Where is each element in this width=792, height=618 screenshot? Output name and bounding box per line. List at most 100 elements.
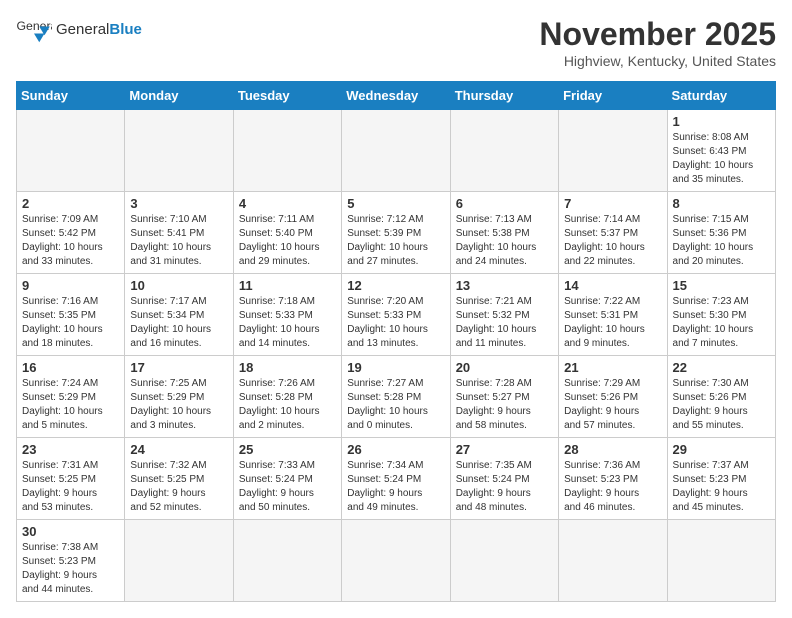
- calendar-cell: [667, 520, 775, 602]
- day-number: 27: [456, 442, 553, 457]
- calendar-week-row: 16 Sunrise: 7:24 AM Sunset: 5:29 PM Dayli…: [17, 356, 776, 438]
- calendar-week-row: 23 Sunrise: 7:31 AM Sunset: 5:25 PM Dayli…: [17, 438, 776, 520]
- weekday-header-monday: Monday: [125, 82, 233, 110]
- day-info: Sunrise: 7:26 AM Sunset: 5:28 PM Dayligh…: [239, 377, 336, 433]
- calendar-cell: 13 Sunrise: 7:21 AM Sunset: 5:32 PM Dayli…: [450, 274, 558, 356]
- calendar-cell: 15 Sunrise: 7:23 AM Sunset: 5:30 PM Dayli…: [667, 274, 775, 356]
- weekday-header-row: SundayMondayTuesdayWednesdayThursdayFrid…: [17, 82, 776, 110]
- day-info: Sunrise: 7:30 AM Sunset: 5:26 PM Dayligh…: [673, 377, 770, 433]
- calendar-cell: [233, 110, 341, 192]
- day-number: 28: [564, 442, 661, 457]
- calendar-cell: 30 Sunrise: 7:38 AM Sunset: 5:23 PM Dayli…: [17, 520, 125, 602]
- calendar-cell: [125, 110, 233, 192]
- day-info: Sunrise: 7:13 AM Sunset: 5:38 PM Dayligh…: [456, 213, 553, 269]
- day-info: Sunrise: 7:11 AM Sunset: 5:40 PM Dayligh…: [239, 213, 336, 269]
- calendar-week-row: 2 Sunrise: 7:09 AM Sunset: 5:42 PM Daylig…: [17, 192, 776, 274]
- day-info: Sunrise: 7:12 AM Sunset: 5:39 PM Dayligh…: [347, 213, 444, 269]
- calendar-cell: 29 Sunrise: 7:37 AM Sunset: 5:23 PM Dayli…: [667, 438, 775, 520]
- calendar-cell: [559, 110, 667, 192]
- day-number: 25: [239, 442, 336, 457]
- calendar-cell: 27 Sunrise: 7:35 AM Sunset: 5:24 PM Dayli…: [450, 438, 558, 520]
- calendar-cell: 1Sunrise: 8:08 AM Sunset: 6:43 PM Daylig…: [667, 110, 775, 192]
- day-info: Sunrise: 7:29 AM Sunset: 5:26 PM Dayligh…: [564, 377, 661, 433]
- day-info: Sunrise: 7:31 AM Sunset: 5:25 PM Dayligh…: [22, 459, 119, 515]
- weekday-header-saturday: Saturday: [667, 82, 775, 110]
- location: Highview, Kentucky, United States: [539, 53, 776, 69]
- calendar-cell: [125, 520, 233, 602]
- day-number: 7: [564, 196, 661, 211]
- day-number: 2: [22, 196, 119, 211]
- day-number: 18: [239, 360, 336, 375]
- day-info: Sunrise: 7:17 AM Sunset: 5:34 PM Dayligh…: [130, 295, 227, 351]
- weekday-header-wednesday: Wednesday: [342, 82, 450, 110]
- day-info: Sunrise: 7:33 AM Sunset: 5:24 PM Dayligh…: [239, 459, 336, 515]
- day-info: Sunrise: 7:10 AM Sunset: 5:41 PM Dayligh…: [130, 213, 227, 269]
- calendar-cell: 24Sunrise: 7:32 AM Sunset: 5:25 PM Dayli…: [125, 438, 233, 520]
- day-info: Sunrise: 7:16 AM Sunset: 5:35 PM Dayligh…: [22, 295, 119, 351]
- logo: General GeneralBlue: [16, 16, 142, 44]
- calendar-cell: 19 Sunrise: 7:27 AM Sunset: 5:28 PM Dayli…: [342, 356, 450, 438]
- calendar-cell: [17, 110, 125, 192]
- day-info: Sunrise: 7:18 AM Sunset: 5:33 PM Dayligh…: [239, 295, 336, 351]
- calendar-cell: 21 Sunrise: 7:29 AM Sunset: 5:26 PM Dayli…: [559, 356, 667, 438]
- day-number: 15: [673, 278, 770, 293]
- day-number: 21: [564, 360, 661, 375]
- day-info: Sunrise: 7:22 AM Sunset: 5:31 PM Dayligh…: [564, 295, 661, 351]
- day-number: 23: [22, 442, 119, 457]
- calendar-cell: 6 Sunrise: 7:13 AM Sunset: 5:38 PM Daylig…: [450, 192, 558, 274]
- calendar-cell: 3 Sunrise: 7:10 AM Sunset: 5:41 PM Daylig…: [125, 192, 233, 274]
- day-info: Sunrise: 7:38 AM Sunset: 5:23 PM Dayligh…: [22, 541, 119, 597]
- day-info: Sunrise: 7:23 AM Sunset: 5:30 PM Dayligh…: [673, 295, 770, 351]
- day-number: 19: [347, 360, 444, 375]
- day-number: 11: [239, 278, 336, 293]
- day-number: 13: [456, 278, 553, 293]
- calendar-cell: 4 Sunrise: 7:11 AM Sunset: 5:40 PM Daylig…: [233, 192, 341, 274]
- day-info: Sunrise: 7:37 AM Sunset: 5:23 PM Dayligh…: [673, 459, 770, 515]
- calendar-cell: 10 Sunrise: 7:17 AM Sunset: 5:34 PM Dayli…: [125, 274, 233, 356]
- calendar-week-row: 30 Sunrise: 7:38 AM Sunset: 5:23 PM Dayli…: [17, 520, 776, 602]
- calendar-week-row: 1Sunrise: 8:08 AM Sunset: 6:43 PM Daylig…: [17, 110, 776, 192]
- calendar-cell: 28Sunrise: 7:36 AM Sunset: 5:23 PM Dayli…: [559, 438, 667, 520]
- calendar-cell: 7 Sunrise: 7:14 AM Sunset: 5:37 PM Daylig…: [559, 192, 667, 274]
- day-info: Sunrise: 7:32 AM Sunset: 5:25 PM Dayligh…: [130, 459, 227, 515]
- day-number: 10: [130, 278, 227, 293]
- day-number: 22: [673, 360, 770, 375]
- day-number: 30: [22, 524, 119, 539]
- calendar-cell: [233, 520, 341, 602]
- day-number: 17: [130, 360, 227, 375]
- calendar-cell: 5Sunrise: 7:12 AM Sunset: 5:39 PM Daylig…: [342, 192, 450, 274]
- weekday-header-friday: Friday: [559, 82, 667, 110]
- calendar-cell: [342, 520, 450, 602]
- day-number: 16: [22, 360, 119, 375]
- day-info: Sunrise: 7:34 AM Sunset: 5:24 PM Dayligh…: [347, 459, 444, 515]
- month-title: November 2025: [539, 16, 776, 53]
- day-info: Sunrise: 7:24 AM Sunset: 5:29 PM Dayligh…: [22, 377, 119, 433]
- calendar-cell: 2 Sunrise: 7:09 AM Sunset: 5:42 PM Daylig…: [17, 192, 125, 274]
- day-info: Sunrise: 7:27 AM Sunset: 5:28 PM Dayligh…: [347, 377, 444, 433]
- day-info: Sunrise: 7:35 AM Sunset: 5:24 PM Dayligh…: [456, 459, 553, 515]
- day-number: 6: [456, 196, 553, 211]
- day-number: 1: [673, 114, 770, 129]
- day-info: Sunrise: 7:21 AM Sunset: 5:32 PM Dayligh…: [456, 295, 553, 351]
- day-number: 3: [130, 196, 227, 211]
- calendar-cell: 17Sunrise: 7:25 AM Sunset: 5:29 PM Dayli…: [125, 356, 233, 438]
- calendar-cell: 9Sunrise: 7:16 AM Sunset: 5:35 PM Daylig…: [17, 274, 125, 356]
- day-number: 12: [347, 278, 444, 293]
- day-info: Sunrise: 7:14 AM Sunset: 5:37 PM Dayligh…: [564, 213, 661, 269]
- day-info: Sunrise: 7:20 AM Sunset: 5:33 PM Dayligh…: [347, 295, 444, 351]
- day-info: Sunrise: 7:09 AM Sunset: 5:42 PM Dayligh…: [22, 213, 119, 269]
- calendar-cell: [342, 110, 450, 192]
- weekday-header-sunday: Sunday: [17, 82, 125, 110]
- calendar-cell: [450, 520, 558, 602]
- calendar-cell: 11 Sunrise: 7:18 AM Sunset: 5:33 PM Dayli…: [233, 274, 341, 356]
- calendar-cell: 20Sunrise: 7:28 AM Sunset: 5:27 PM Dayli…: [450, 356, 558, 438]
- calendar-cell: 14 Sunrise: 7:22 AM Sunset: 5:31 PM Dayli…: [559, 274, 667, 356]
- day-info: Sunrise: 7:28 AM Sunset: 5:27 PM Dayligh…: [456, 377, 553, 433]
- day-number: 14: [564, 278, 661, 293]
- weekday-header-thursday: Thursday: [450, 82, 558, 110]
- day-number: 26: [347, 442, 444, 457]
- calendar-cell: 12 Sunrise: 7:20 AM Sunset: 5:33 PM Dayli…: [342, 274, 450, 356]
- calendar-cell: 23 Sunrise: 7:31 AM Sunset: 5:25 PM Dayli…: [17, 438, 125, 520]
- day-number: 29: [673, 442, 770, 457]
- day-number: 4: [239, 196, 336, 211]
